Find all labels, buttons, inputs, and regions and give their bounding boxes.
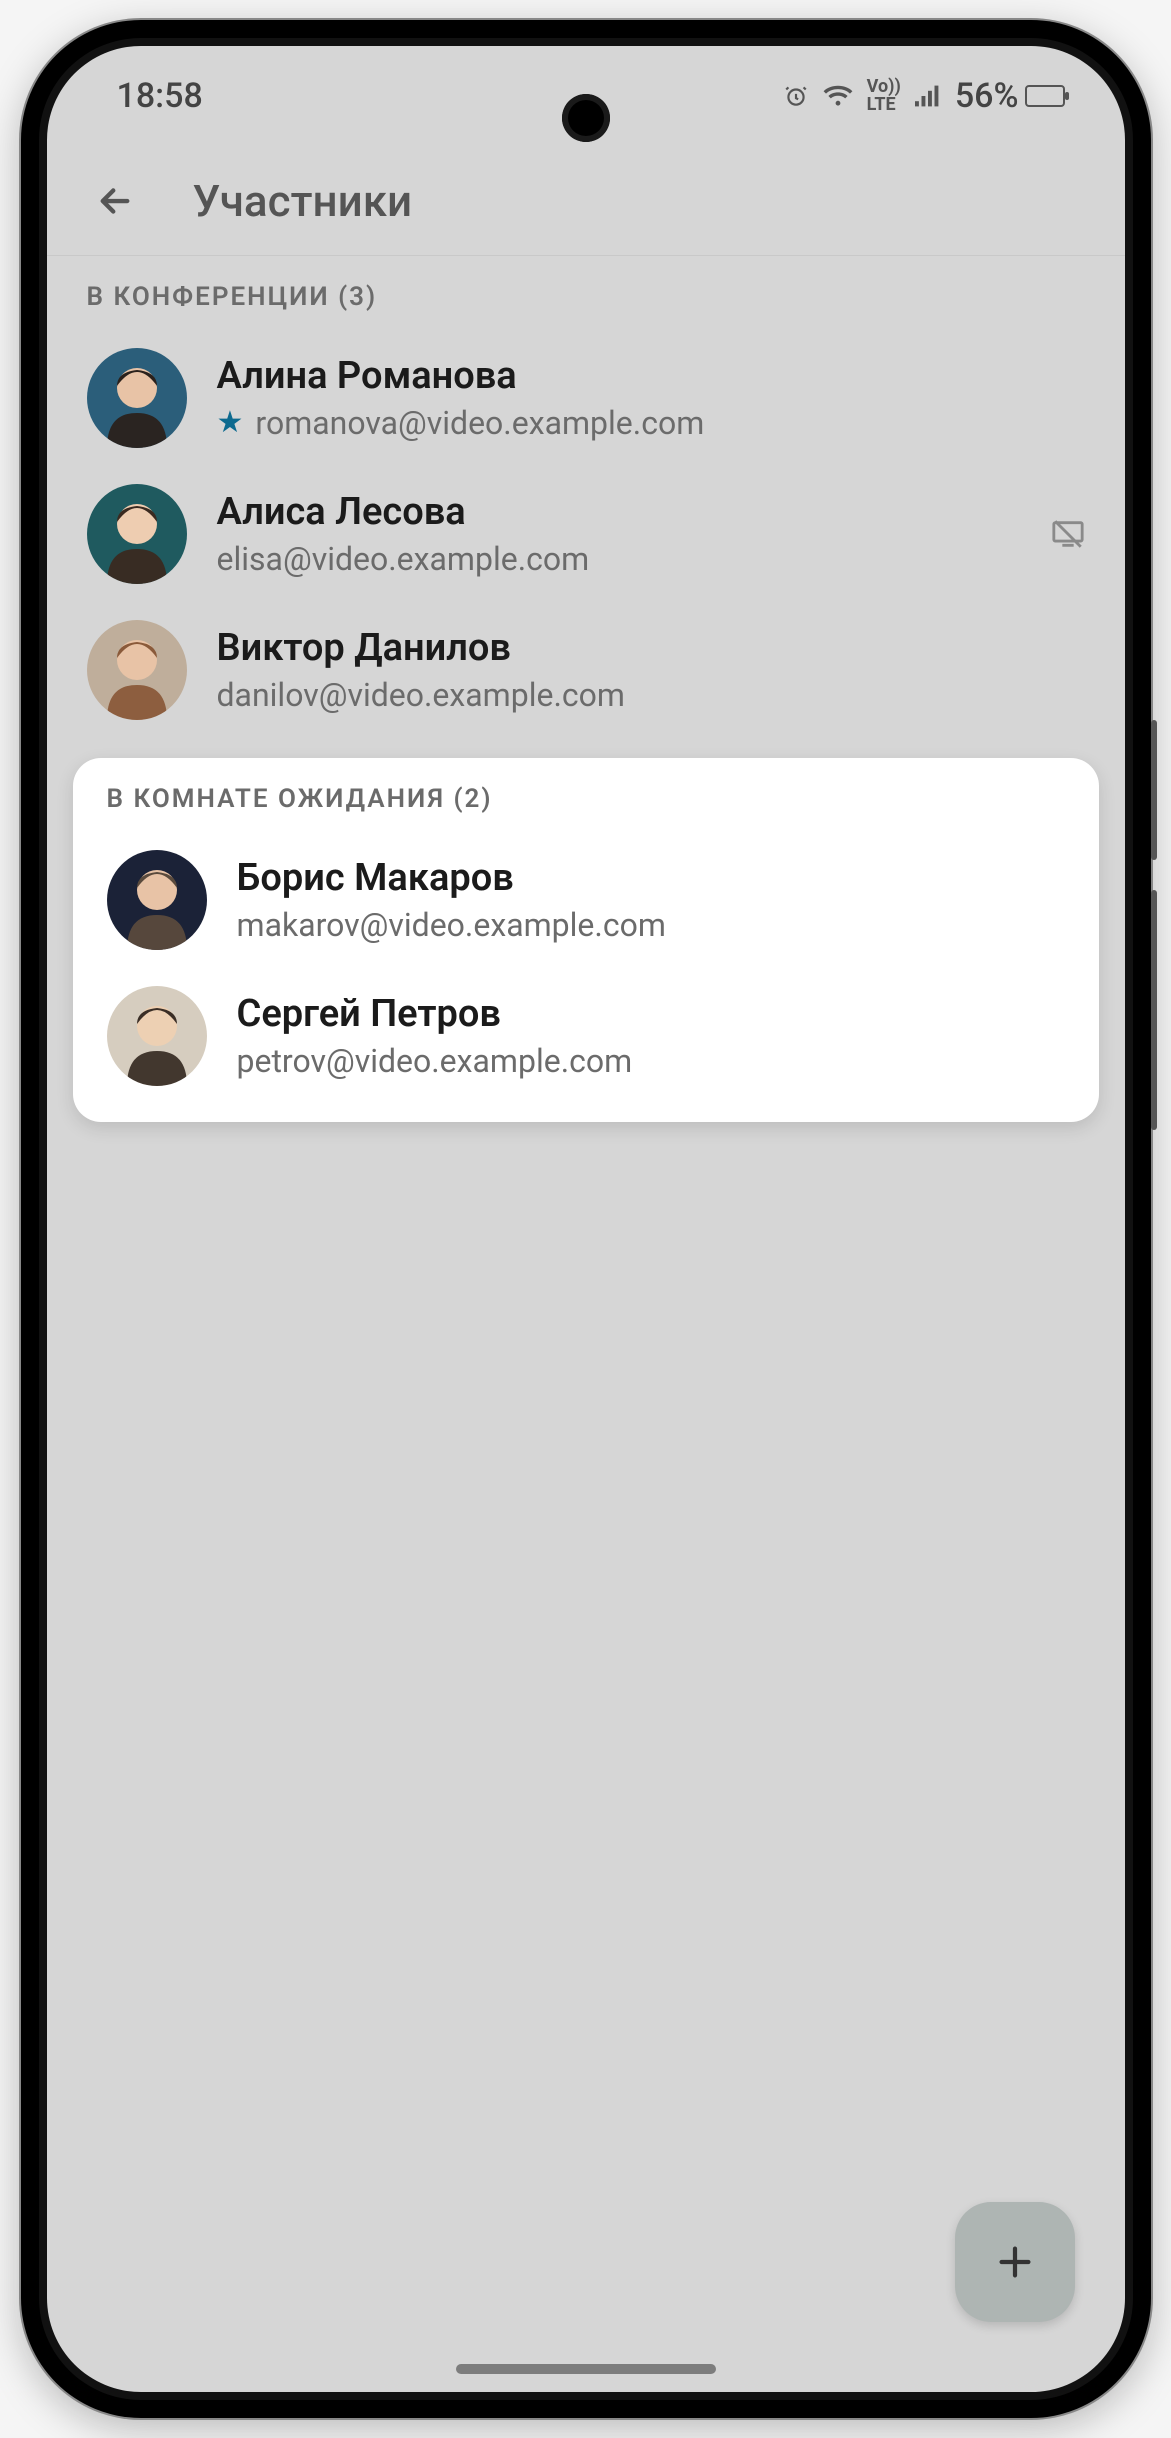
- battery-icon: [1025, 85, 1065, 107]
- section-header-conference: В КОНФЕРЕНЦИИ (3): [47, 256, 1125, 330]
- avatar: [87, 348, 187, 448]
- participant-email: makarov@video.example.com: [237, 906, 666, 944]
- participant-name: Алиса Лесова: [217, 490, 1021, 534]
- participant-email: romanova@video.example.com: [255, 404, 704, 442]
- participant-row[interactable]: Сергей Петров petrov@video.example.com: [73, 968, 1099, 1104]
- participants-content: В КОНФЕРЕНЦИИ (3) Алина Романова ★ roman…: [47, 256, 1125, 2392]
- waiting-list: Борис Макаров makarov@video.example.com …: [73, 832, 1099, 1104]
- avatar: [87, 484, 187, 584]
- avatar: [87, 620, 187, 720]
- battery-percent: 56%: [955, 76, 1019, 116]
- screen-share-off-icon: [1051, 519, 1085, 549]
- section-header-waiting: В КОМНАТЕ ОЖИДАНИЯ (2): [73, 758, 1099, 832]
- gesture-bar: [456, 2364, 716, 2374]
- alarm-icon: [783, 83, 809, 109]
- avatar: [107, 850, 207, 950]
- app-bar: Участники: [47, 146, 1125, 256]
- avatar: [107, 986, 207, 1086]
- participant-row[interactable]: Борис Макаров makarov@video.example.com: [73, 832, 1099, 968]
- back-button[interactable]: [87, 173, 143, 229]
- page-title: Участники: [193, 175, 413, 227]
- participant-email: elisa@video.example.com: [217, 540, 590, 578]
- participant-row[interactable]: Алиса Лесова elisa@video.example.com: [47, 466, 1125, 602]
- status-time: 18:58: [117, 76, 203, 116]
- participant-name: Алина Романова: [217, 354, 1085, 398]
- participant-row[interactable]: Виктор Данилов danilov@video.example.com: [47, 602, 1125, 738]
- participant-row[interactable]: Алина Романова ★ romanova@video.example.…: [47, 330, 1125, 466]
- participant-name: Виктор Данилов: [217, 626, 1085, 670]
- waiting-room-card: В КОМНАТЕ ОЖИДАНИЯ (2) Борис Макаров mak…: [73, 758, 1099, 1122]
- volte-icon: Vo))LTE: [867, 78, 901, 114]
- participant-email: danilov@video.example.com: [217, 676, 625, 714]
- signal-icon: [915, 85, 941, 107]
- participant-name: Сергей Петров: [237, 992, 1065, 1036]
- participant-name: Борис Макаров: [237, 856, 1065, 900]
- front-camera: [562, 94, 610, 142]
- wifi-icon: [823, 84, 853, 108]
- add-participant-button[interactable]: [955, 2202, 1075, 2322]
- host-star-icon: ★: [217, 408, 244, 438]
- conference-list: Алина Романова ★ romanova@video.example.…: [47, 330, 1125, 738]
- participant-email: petrov@video.example.com: [237, 1042, 633, 1080]
